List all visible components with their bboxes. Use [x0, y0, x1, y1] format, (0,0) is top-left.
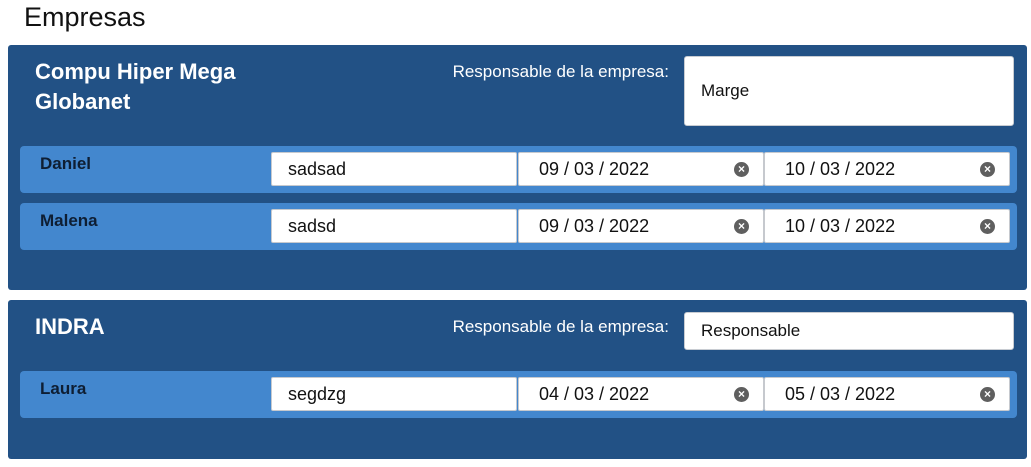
clear-circle-icon[interactable]: × — [980, 387, 995, 402]
clear-circle-icon[interactable]: × — [734, 387, 749, 402]
end-date-value: 05 / 03 / 2022 — [785, 383, 896, 404]
employee-name: Malena — [40, 211, 98, 230]
start-date-input[interactable]: 09 / 03 / 2022 × — [518, 209, 764, 243]
start-date-value: 09 / 03 / 2022 — [539, 215, 650, 236]
employee-name: Daniel — [40, 154, 92, 173]
responsable-input[interactable]: Responsable — [684, 312, 1014, 350]
employee-row: Daniel sadsad 09 / 03 / 2022 × 10 / 03 /… — [20, 146, 1017, 193]
task-input[interactable]: sadsad — [271, 152, 517, 186]
responsable-input[interactable]: Marge — [684, 56, 1014, 126]
end-date-value: 10 / 03 / 2022 — [785, 158, 896, 179]
clear-circle-icon[interactable]: × — [980, 219, 995, 234]
page-title: Empresas — [24, 2, 146, 32]
responsable-label: Responsable de la empresa: — [452, 62, 669, 81]
start-date-input[interactable]: 09 / 03 / 2022 × — [518, 152, 764, 186]
clear-circle-icon[interactable]: × — [734, 162, 749, 177]
task-input[interactable]: segdzg — [271, 377, 517, 411]
employee-row: Laura segdzg 04 / 03 / 2022 × 05 / 03 / … — [20, 371, 1017, 418]
start-date-input[interactable]: 04 / 03 / 2022 × — [518, 377, 764, 411]
company-name: INDRA — [35, 314, 105, 339]
company-name: Compu Hiper Mega Globanet — [35, 59, 236, 114]
end-date-input[interactable]: 10 / 03 / 2022 × — [764, 152, 1010, 186]
responsable-label: Responsable de la empresa: — [452, 317, 669, 336]
end-date-input[interactable]: 10 / 03 / 2022 × — [764, 209, 1010, 243]
task-input[interactable]: sadsd — [271, 209, 517, 243]
employee-row: Malena sadsd 09 / 03 / 2022 × 10 / 03 / … — [20, 203, 1017, 250]
clear-circle-icon[interactable]: × — [734, 219, 749, 234]
start-date-value: 04 / 03 / 2022 — [539, 383, 650, 404]
start-date-value: 09 / 03 / 2022 — [539, 158, 650, 179]
end-date-input[interactable]: 05 / 03 / 2022 × — [764, 377, 1010, 411]
end-date-value: 10 / 03 / 2022 — [785, 215, 896, 236]
clear-circle-icon[interactable]: × — [980, 162, 995, 177]
company-card: Compu Hiper Mega Globanet Responsable de… — [8, 45, 1027, 290]
employee-name: Laura — [40, 379, 87, 398]
company-card: INDRA Responsable de la empresa: Respons… — [8, 300, 1027, 459]
